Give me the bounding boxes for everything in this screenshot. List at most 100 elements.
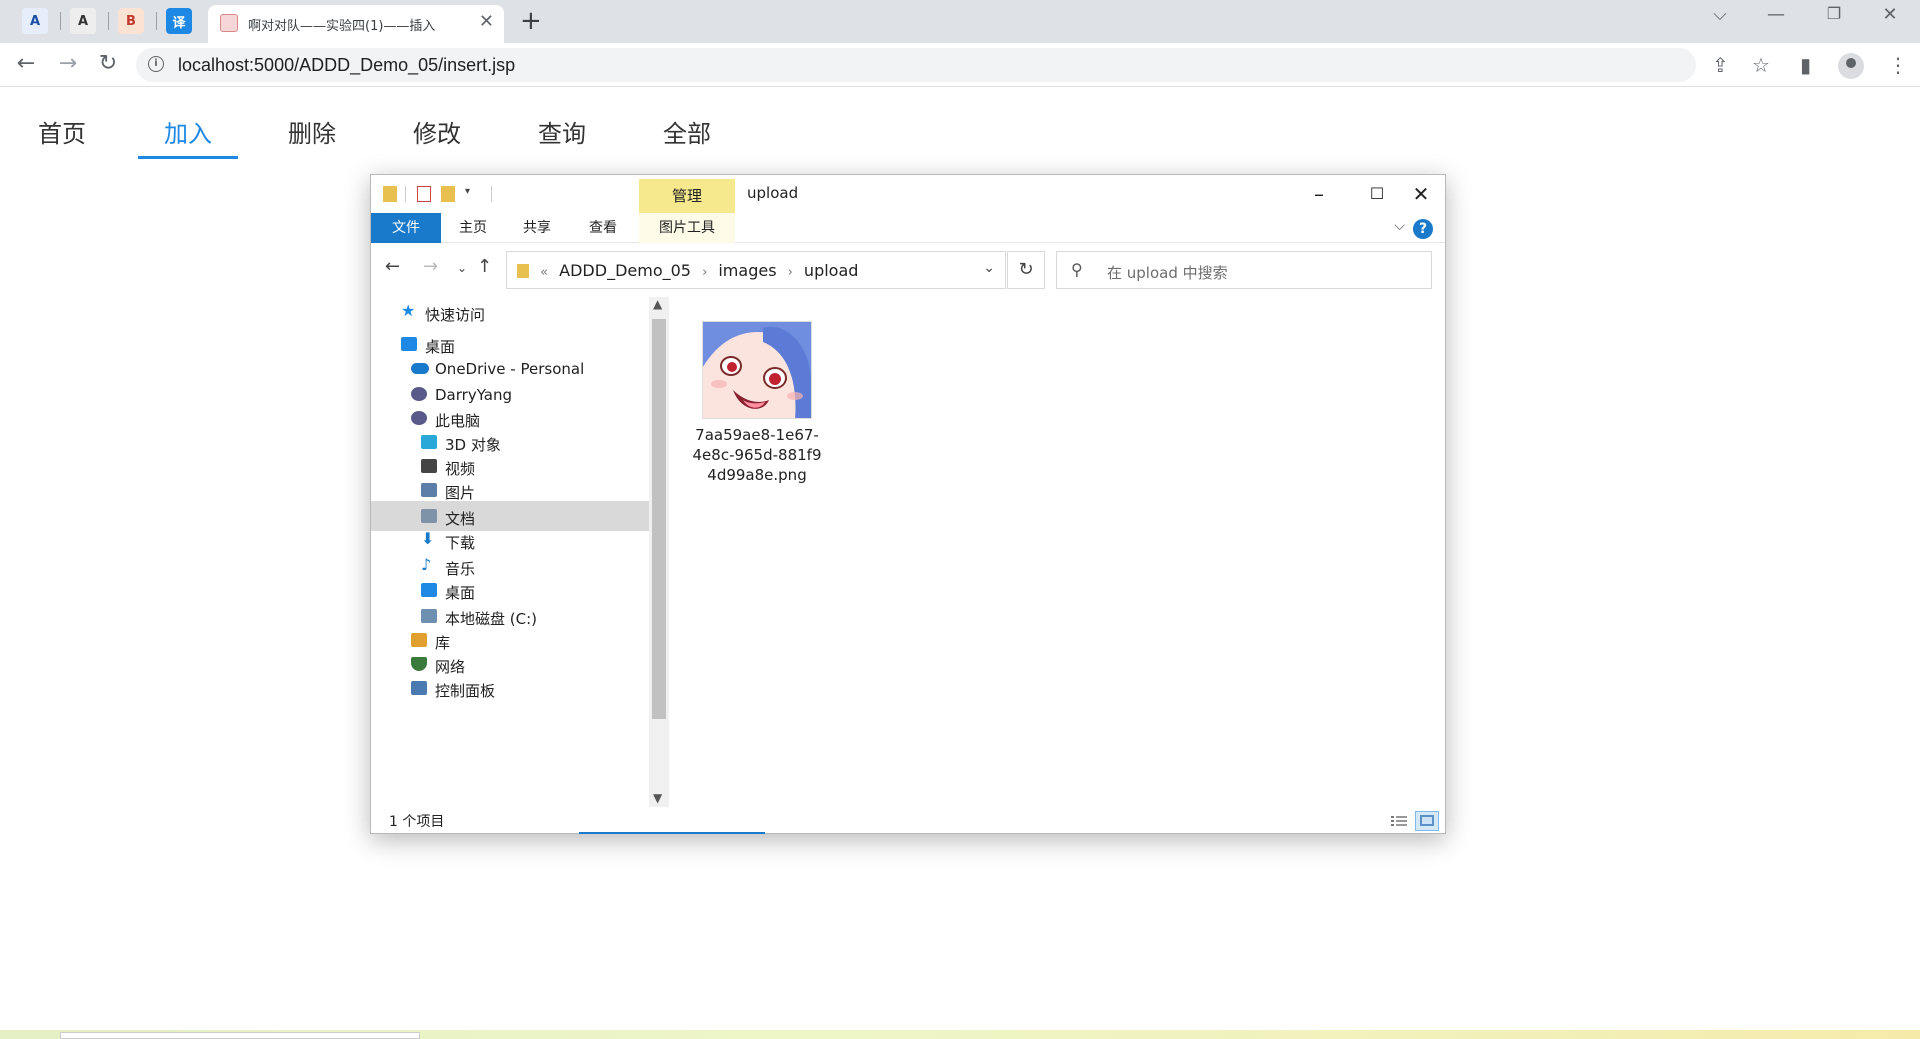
address-dropdown-chevron-icon[interactable]: ⌄ bbox=[983, 260, 995, 276]
refresh-icon[interactable]: ↻ bbox=[1007, 251, 1045, 289]
image-thumbnail bbox=[702, 321, 812, 419]
scroll-up-icon[interactable]: ▲ bbox=[653, 297, 662, 311]
close-tab-icon[interactable]: ✕ bbox=[479, 11, 494, 32]
computer-icon bbox=[411, 411, 427, 425]
site-info-icon[interactable]: i bbox=[148, 56, 164, 72]
drive-icon bbox=[421, 609, 437, 623]
nav-all[interactable]: 全部 bbox=[637, 114, 737, 149]
explorer-forward-icon[interactable]: → bbox=[423, 256, 438, 277]
nav-home[interactable]: 首页 bbox=[12, 114, 112, 149]
details-view-icon[interactable] bbox=[1387, 811, 1411, 831]
new-folder-icon[interactable] bbox=[441, 186, 455, 202]
forward-arrow-icon[interactable]: → bbox=[54, 51, 82, 76]
breadcrumb-separator-icon[interactable]: › bbox=[702, 265, 707, 280]
explorer-address-row: ← → ⌄ ↑ « ADDD_Demo_05 › images › upload… bbox=[371, 243, 1445, 291]
nav-query[interactable]: 查询 bbox=[512, 114, 612, 149]
pinned-tab-3[interactable]: B bbox=[118, 8, 144, 34]
back-arrow-icon[interactable]: ← bbox=[12, 51, 40, 76]
pinned-tab-icon: 译 bbox=[172, 15, 186, 31]
tree-item-label: DarryYang bbox=[435, 386, 513, 404]
explorer-ribbon: 文件 主页 共享 查看 图片工具 ⌵ ? bbox=[371, 213, 1445, 243]
side-panel-icon[interactable]: ▮ bbox=[1800, 53, 1811, 77]
recent-locations-chevron-icon[interactable]: ⌄ bbox=[457, 261, 467, 275]
file-list-area: 7aa59ae8-1e67-4e8c-965d-881f94d99a8e.png bbox=[671, 297, 1443, 807]
tab-favicon-icon bbox=[220, 14, 238, 32]
explorer-address-bar[interactable]: « ADDD_Demo_05 › images › upload ⌄ bbox=[506, 251, 1006, 289]
explorer-title: upload bbox=[747, 184, 799, 202]
explorer-back-icon[interactable]: ← bbox=[385, 256, 400, 277]
ribbon-tab-view[interactable]: 查看 bbox=[577, 213, 629, 243]
explorer-progress-line bbox=[579, 832, 765, 834]
pinned-tab-1[interactable]: A bbox=[22, 8, 48, 34]
file-name[interactable]: 7aa59ae8-1e67-4e8c-965d-881f94d99a8e.png bbox=[691, 425, 823, 485]
pinned-tab-icon: B bbox=[126, 13, 136, 29]
pinned-tab-2[interactable]: A bbox=[70, 8, 96, 34]
video-icon bbox=[421, 459, 437, 473]
properties-check-icon[interactable] bbox=[417, 186, 431, 202]
explorer-close-icon[interactable]: ✕ bbox=[1397, 179, 1445, 209]
bookmark-star-icon[interactable]: ☆ bbox=[1752, 53, 1770, 77]
profile-avatar-icon[interactable] bbox=[1838, 53, 1864, 79]
breadcrumb-item[interactable]: ADDD_Demo_05 bbox=[559, 261, 691, 280]
page-navigation: 首页 加入 删除 修改 查询 全部 bbox=[0, 88, 1920, 162]
ribbon-tab-share[interactable]: 共享 bbox=[511, 213, 563, 243]
nav-delete[interactable]: 删除 bbox=[262, 114, 362, 149]
active-tab[interactable]: 啊对对队——实验四(1)——插入 ✕ bbox=[208, 5, 504, 43]
picture-icon bbox=[421, 483, 437, 497]
user-icon bbox=[411, 387, 427, 401]
ribbon-expand-chevron-icon[interactable]: ⌵ bbox=[1394, 218, 1405, 234]
reload-icon[interactable]: ↻ bbox=[94, 51, 122, 76]
anime-face-thumbnail-icon bbox=[703, 322, 811, 418]
music-icon: ♪ bbox=[421, 555, 432, 574]
explorer-status-bar: 1 个项目 bbox=[371, 807, 1445, 833]
ribbon-tab-home[interactable]: 主页 bbox=[447, 213, 499, 243]
network-icon bbox=[411, 657, 427, 671]
share-icon[interactable]: ⇪ bbox=[1712, 53, 1729, 77]
up-folder-icon[interactable]: ↑ bbox=[477, 256, 492, 277]
ribbon-tab-file[interactable]: 文件 bbox=[371, 213, 441, 243]
pinned-tab-icon: A bbox=[77, 13, 89, 29]
nav-update[interactable]: 修改 bbox=[387, 114, 487, 149]
navigation-scrollbar[interactable]: ▲ ▼ bbox=[649, 297, 669, 807]
breadcrumb-item[interactable]: images bbox=[718, 261, 776, 280]
item-count: 1 个项目 bbox=[389, 814, 445, 830]
restore-icon[interactable]: ❐ bbox=[1814, 4, 1854, 23]
minimize-icon[interactable]: — bbox=[1756, 4, 1796, 25]
tree-item[interactable]: 控制面板 bbox=[371, 673, 649, 703]
breadcrumb-separator-icon[interactable]: › bbox=[788, 265, 793, 280]
desktop-icon bbox=[401, 337, 417, 351]
tree-item-label: 下载 bbox=[445, 534, 476, 552]
scroll-down-icon[interactable]: ▼ bbox=[653, 791, 662, 805]
tree-item-label: 控制面板 bbox=[435, 682, 496, 700]
breadcrumb-item[interactable]: upload bbox=[804, 261, 859, 280]
star-icon: ★ bbox=[401, 301, 416, 320]
overflow-chevron-icon[interactable]: « bbox=[540, 265, 548, 280]
large-icons-view-icon[interactable] bbox=[1415, 811, 1439, 831]
pinned-tab-4[interactable]: 译 bbox=[166, 8, 192, 34]
tree-item-label: 快速访问 bbox=[425, 306, 486, 324]
tab-separator bbox=[156, 12, 157, 30]
manage-context-tab[interactable]: 管理 bbox=[639, 179, 735, 213]
taskbar-item[interactable] bbox=[60, 1032, 420, 1039]
explorer-minimize-icon[interactable]: – bbox=[1295, 179, 1343, 209]
new-tab-plus-icon[interactable]: + bbox=[520, 6, 542, 36]
more-menu-icon[interactable]: ⋮ bbox=[1888, 53, 1908, 77]
browser-tab-strip: A A B 译 啊对对队——实验四(1)——插入 ✕ + ⌵ — ❐ ✕ bbox=[0, 0, 1920, 43]
address-bar[interactable]: i localhost:5000/ADDD_Demo_05/insert.jsp bbox=[136, 48, 1696, 82]
explorer-titlebar: ▾ 管理 upload – ☐ ✕ bbox=[371, 175, 1445, 213]
scroll-thumb[interactable] bbox=[652, 319, 666, 719]
tab-separator bbox=[60, 12, 61, 30]
tab-search-chevron-icon[interactable]: ⌵ bbox=[1700, 4, 1740, 25]
explorer-maximize-icon[interactable]: ☐ bbox=[1353, 179, 1401, 209]
explorer-search-box[interactable]: ⚲ 在 upload 中搜索 bbox=[1056, 251, 1432, 289]
url-text[interactable]: localhost:5000/ADDD_Demo_05/insert.jsp bbox=[178, 55, 515, 76]
tab-title: 啊对对队——实验四(1)——插入 bbox=[248, 19, 436, 34]
divider bbox=[491, 186, 492, 202]
ribbon-tab-picture-tools[interactable]: 图片工具 bbox=[639, 213, 735, 243]
nav-insert[interactable]: 加入 bbox=[138, 114, 238, 149]
help-icon[interactable]: ? bbox=[1413, 219, 1433, 239]
close-window-icon[interactable]: ✕ bbox=[1870, 4, 1910, 25]
search-placeholder[interactable]: 在 upload 中搜索 bbox=[1107, 262, 1228, 283]
tree-item[interactable]: ★ 快速访问 bbox=[371, 297, 649, 327]
customize-dropdown-icon[interactable]: ▾ bbox=[465, 186, 479, 202]
